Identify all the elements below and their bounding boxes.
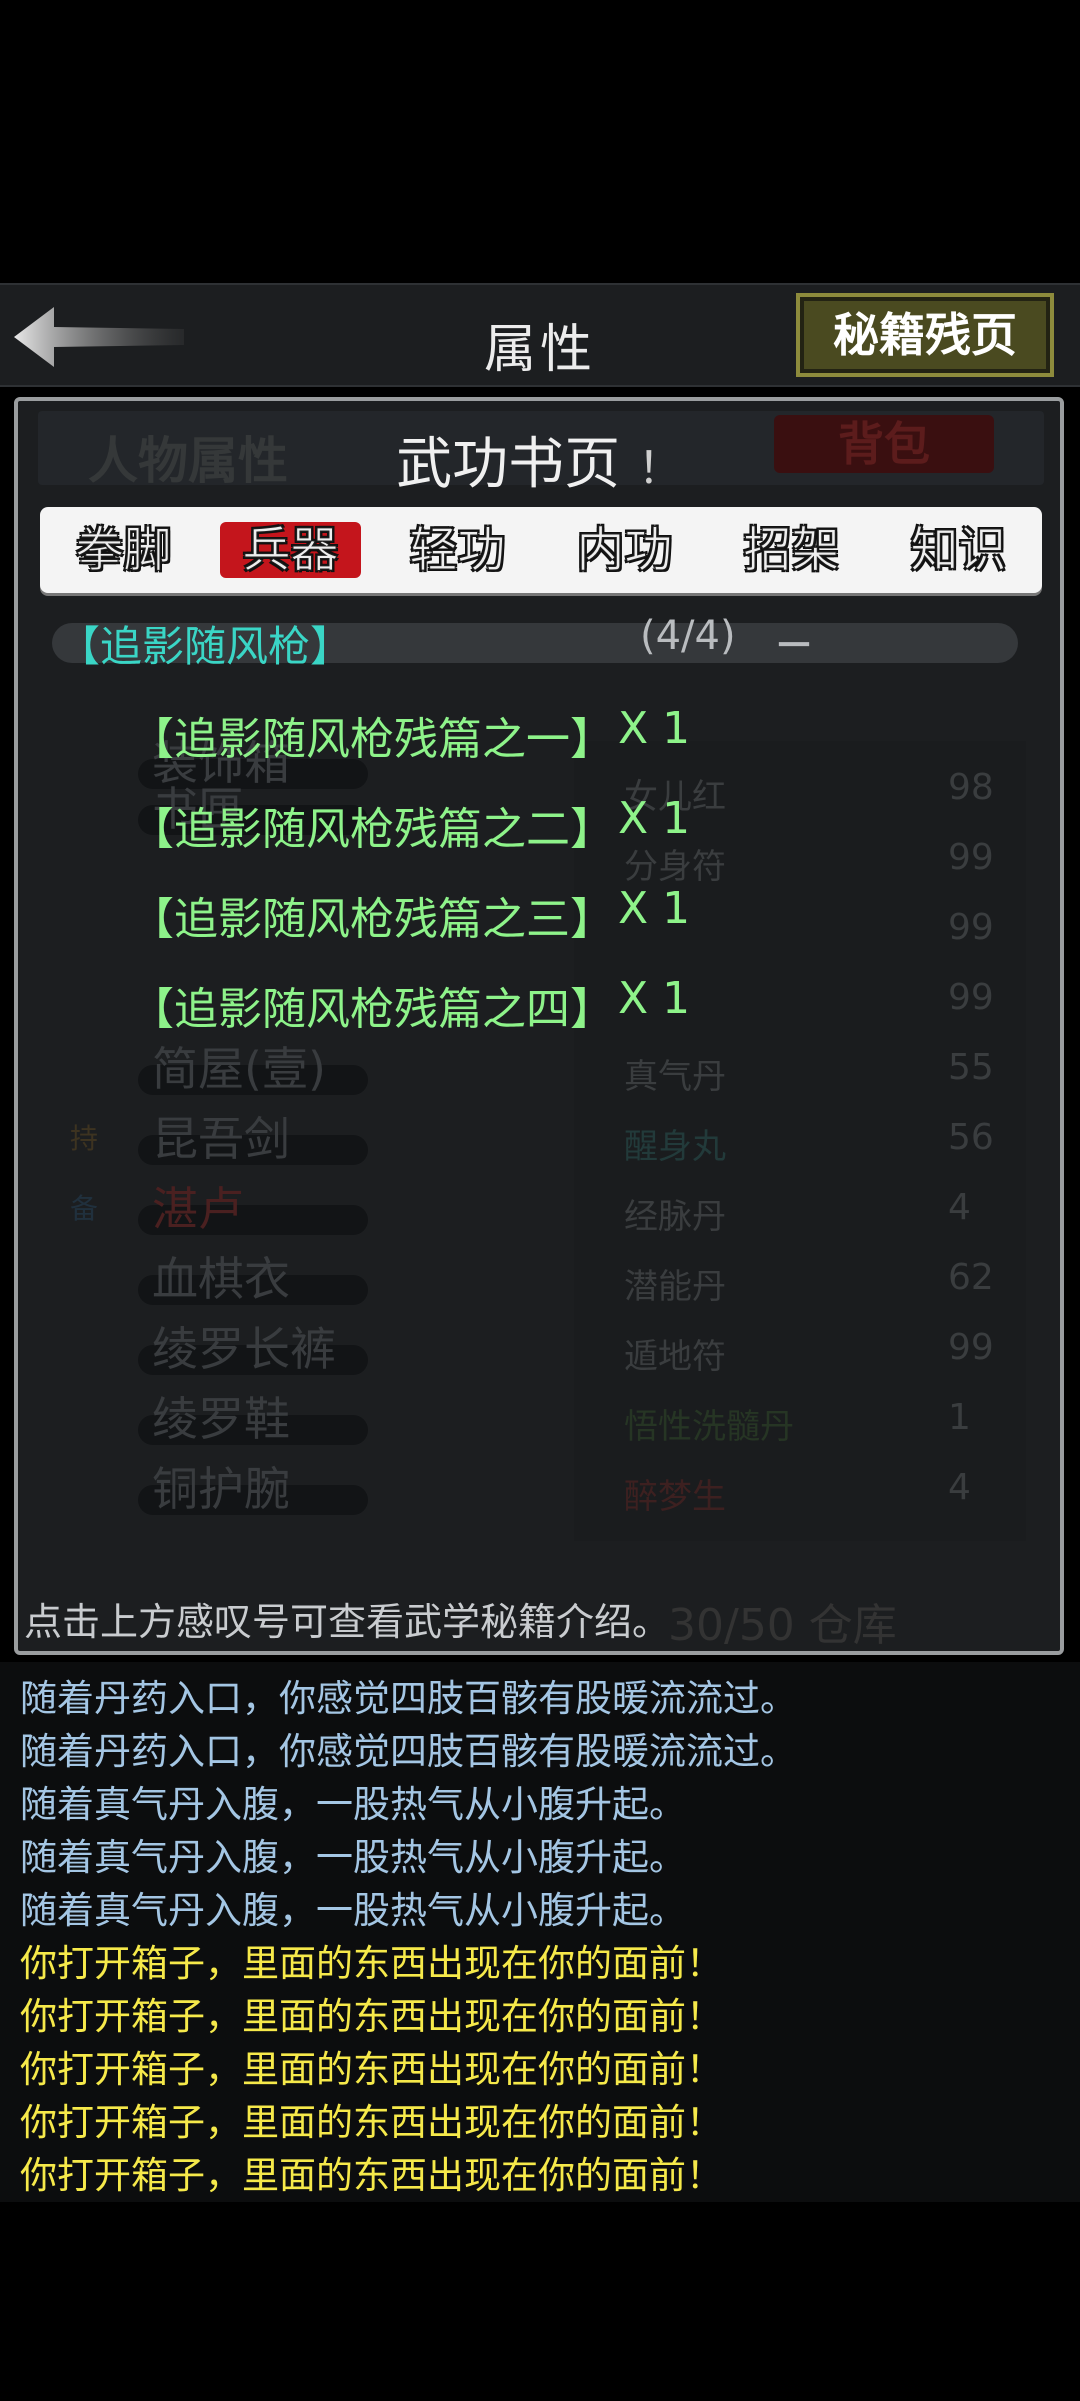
background-right-item: 真气丹 (624, 1057, 726, 1097)
page-quantity: X 1 (618, 793, 691, 844)
martial-book-panel: 人物属性 背包 装饰箱 书匣 简屋(壹) 昆吾剑 湛卢 血棋衣 绫罗长裤 绫罗鞋… (14, 397, 1064, 1655)
tab-parry[interactable]: 招架 (721, 522, 861, 579)
page-quantity: X 1 (618, 883, 691, 934)
background-right-item: 醉梦生 (624, 1477, 726, 1517)
page-quantity: X 1 (618, 703, 691, 754)
collapse-toggle[interactable]: － (774, 613, 814, 671)
message-log: 随着丹药入口，你感觉四肢百骸有股暖流流过。 随着丹药入口，你感觉四肢百骸有股暖流… (0, 1662, 1080, 2202)
background-right-count: 4 (948, 1467, 971, 1508)
log-line: 你打开箱子，里面的东西出现在你的面前！ (20, 1995, 723, 2038)
log-line: 你打开箱子，里面的东西出现在你的面前！ (20, 2048, 723, 2091)
background-marker: 备 (70, 1192, 99, 1225)
tab-knowledge[interactable]: 知识 (888, 522, 1028, 579)
log-line: 你打开箱子，里面的东西出现在你的面前！ (20, 2101, 723, 2144)
background-right-item: 分身符 (624, 847, 726, 887)
log-line: 随着真气丹入腹，一股热气从小腹升起。 (20, 1836, 686, 1879)
page-quantity: X 1 (618, 973, 691, 1024)
background-right-count: 4 (948, 1187, 971, 1228)
background-right-item: 经脉丹 (624, 1197, 726, 1237)
background-right-count: 98 (948, 767, 994, 808)
tab-weapons[interactable]: 兵器 (220, 522, 361, 579)
log-line: 随着真气丹入腹，一股热气从小腹升起。 (20, 1783, 686, 1826)
panel-title-text: 武功书页 (396, 432, 621, 497)
background-item: 湛卢 (152, 1182, 244, 1236)
secret-pages-button-label: 秘籍残页 (833, 308, 1017, 362)
category-tabs: 拳脚 兵器 轻功 内功 招架 知识 (40, 507, 1042, 593)
background-right-count: 1 (948, 1397, 971, 1438)
tab-lightness[interactable]: 轻功 (387, 522, 527, 579)
background-right-count: 62 (948, 1257, 994, 1298)
tab-fist-kick[interactable]: 拳脚 (53, 522, 193, 579)
background-right-item: 遁地符 (624, 1337, 726, 1377)
log-line: 随着真气丹入腹，一股热气从小腹升起。 (20, 1889, 686, 1932)
background-right-item: 醒身丸 (624, 1127, 726, 1167)
tab-inner-power[interactable]: 内功 (554, 522, 694, 579)
background-item: 绫罗鞋 (152, 1392, 290, 1446)
info-exclamation-icon[interactable]: ！ (638, 443, 682, 494)
page-item: 【追影随风枪残篇之三】 (130, 894, 614, 945)
secret-pages-button[interactable]: 秘籍残页 (796, 293, 1054, 377)
book-progress: (4/4) (640, 613, 736, 659)
background-right-count: 99 (948, 977, 994, 1018)
log-line: 你打开箱子，里面的东西出现在你的面前！ (20, 1942, 723, 1985)
book-name: 【追影随风枪】 (58, 622, 353, 671)
background-storage-count: 30/50 仓库 (668, 1600, 897, 1651)
background-right-item: 潜能丹 (624, 1267, 726, 1307)
log-line: 随着丹药入口，你感觉四肢百骸有股暖流流过。 (20, 1677, 797, 1720)
log-line: 你打开箱子，里面的东西出现在你的面前！ (20, 2154, 723, 2197)
background-right-count: 56 (948, 1117, 994, 1158)
page-item: 【追影随风枪残篇之二】 (130, 804, 614, 855)
background-marker: 持 (70, 1122, 99, 1155)
page-item: 【追影随风枪残篇之一】 (130, 714, 614, 765)
background-right-count: 55 (948, 1047, 994, 1088)
background-right-item: 悟性洗髓丹 (624, 1407, 794, 1447)
background-item: 铜护腕 (152, 1462, 290, 1516)
log-line: 随着丹药入口，你感觉四肢百骸有股暖流流过。 (20, 1730, 797, 1773)
background-item: 绫罗长裤 (152, 1322, 336, 1376)
hint-text: 点击上方感叹号可查看武学秘籍介绍。 (24, 1600, 671, 1644)
panel-title: 武功书页 ！ (18, 419, 1060, 500)
page-item: 【追影随风枪残篇之四】 (130, 984, 614, 1035)
background-right-count: 99 (948, 837, 994, 878)
background-item: 简屋(壹) (152, 1042, 326, 1096)
background-item: 血棋衣 (152, 1252, 290, 1306)
background-right-count: 99 (948, 907, 994, 948)
background-item: 昆吾剑 (152, 1112, 290, 1166)
top-bar: 属性 秘籍残页 (0, 283, 1080, 387)
background-right-count: 99 (948, 1327, 994, 1368)
